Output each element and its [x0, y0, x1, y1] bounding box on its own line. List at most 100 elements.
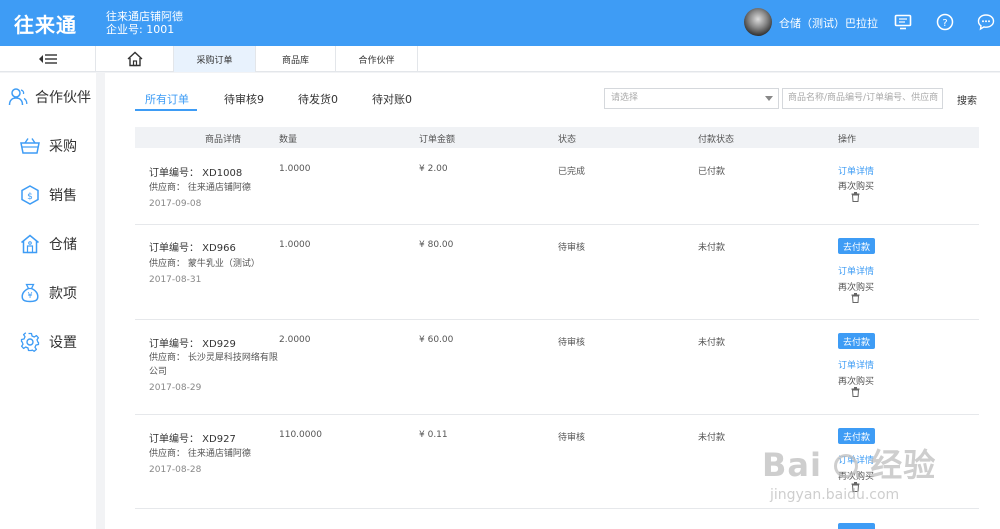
svg-text:$: $	[27, 192, 33, 202]
sidebar-item-label: 仓储	[49, 237, 77, 253]
column-header-amount: 订单金额	[419, 135, 456, 145]
sidebar-item-label: 合作伙伴	[35, 90, 91, 106]
watermark-brand: Bai	[762, 446, 822, 484]
payment-status: 未付款	[698, 433, 726, 443]
navigation-tab-bar: 采购订单 商品库 合作伙伴	[0, 46, 1000, 72]
username[interactable]: 仓储（测试）巴拉拉	[779, 15, 878, 31]
home-button[interactable]	[96, 46, 174, 72]
column-header-quantity: 数量	[279, 135, 298, 145]
filter-tab-pending-review[interactable]: 待审核9	[224, 91, 264, 107]
order-status: 待审核	[558, 433, 586, 443]
svg-text:?: ?	[942, 18, 947, 29]
order-status: 待审核	[558, 338, 586, 348]
supplier: 供应商： 蒙牛乳业（测试）	[149, 259, 260, 269]
table-row: 订单编号： XD966 供应商： 蒙牛乳业（测试） 2017-08-31 1.0…	[135, 225, 979, 320]
order-status: 待审核	[558, 243, 586, 253]
rebuy-button[interactable]: 再次购买	[838, 280, 874, 293]
money-bag-icon: ¥	[21, 283, 39, 303]
shop-name: 往来通店铺阿德	[106, 10, 183, 23]
order-detail-link[interactable]: 订单详情	[838, 264, 874, 277]
column-header-status: 状态	[558, 135, 577, 145]
chevron-down-icon	[765, 96, 773, 101]
sidebar-item-warehouse[interactable]: 仓储	[0, 231, 96, 257]
supplier: 供应商： 往来通店铺阿德	[149, 183, 251, 193]
pay-button[interactable]: 去付款	[838, 333, 875, 349]
column-header-actions: 操作	[838, 135, 857, 145]
sidebar-toggle-button[interactable]	[0, 46, 96, 72]
filter-tab-all-orders[interactable]: 所有订单	[145, 91, 189, 107]
supplier: 供应商： 长沙灵犀科技网络有限公司	[149, 353, 278, 377]
payment-status: 未付款	[698, 243, 726, 253]
search-button[interactable]: 搜索	[957, 92, 977, 107]
select-placeholder: 请选择	[611, 93, 639, 103]
quantity: 1.0000	[279, 164, 311, 174]
home-icon	[127, 51, 142, 67]
sidebar-item-payments[interactable]: ¥ 款项	[0, 280, 96, 306]
order-status: 已完成	[558, 167, 586, 177]
baidu-watermark: Bai 经验 jingyan.baidu.com	[762, 440, 992, 510]
avatar[interactable]	[744, 8, 772, 36]
shop-info: 往来通店铺阿德 企业号: 1001	[106, 10, 183, 36]
sidebar-item-partners[interactable]: 合作伙伴	[0, 84, 96, 110]
sales-icon: $	[21, 185, 39, 205]
order-number: 订单编号： XD1008	[149, 168, 243, 179]
svg-text:¥: ¥	[27, 291, 32, 300]
partner-icon	[8, 88, 28, 106]
column-header-product: 商品详情	[205, 135, 242, 145]
pay-button[interactable]: 去付款	[838, 238, 875, 254]
sidebar-item-purchase[interactable]: 采购	[0, 133, 96, 159]
table-header: 商品详情 数量 订单金额 状态 付款状态 操作	[135, 127, 979, 148]
filter-tab-pending-shipment[interactable]: 待发货0	[298, 91, 338, 107]
delete-icon[interactable]	[851, 192, 860, 205]
rebuy-button[interactable]: 再次购买	[838, 179, 874, 192]
order-date: 2017-08-28	[149, 465, 202, 475]
order-number: 订单编号： XD929	[149, 339, 236, 350]
order-number: 订单编号： XD966	[149, 243, 236, 254]
basket-icon	[20, 138, 40, 154]
tab-product-library[interactable]: 商品库	[256, 46, 336, 72]
sidebar-item-sales[interactable]: $ 销售	[0, 182, 96, 208]
table-row: 订单编号： XD929 供应商： 长沙灵犀科技网络有限公司 2017-08-29…	[135, 320, 979, 415]
filter-tab-pending-reconcile[interactable]: 待对账0	[372, 91, 412, 107]
watermark-url: jingyan.baidu.com	[770, 487, 900, 503]
order-amount: ¥ 60.00	[419, 335, 454, 345]
supplier: 供应商： 往来通店铺阿德	[149, 449, 251, 459]
tab-partners[interactable]: 合作伙伴	[336, 46, 418, 72]
watermark-logo: Bai 经验	[762, 440, 936, 486]
order-detail-link[interactable]: 订单详情	[838, 358, 874, 371]
sidebar-item-label: 款项	[49, 286, 77, 302]
help-icon[interactable]: ?	[935, 12, 955, 32]
quantity: 2.0000	[279, 335, 311, 345]
column-header-pay-status: 付款状态	[698, 135, 735, 145]
search-input[interactable]: 商品名称/商品编号/订单编号、供应商	[782, 88, 943, 109]
payment-status: 已付款	[698, 167, 726, 177]
status-select[interactable]: 请选择	[604, 88, 779, 109]
pay-button[interactable]	[838, 523, 875, 529]
delete-icon[interactable]	[851, 293, 860, 306]
rebuy-button[interactable]: 再次购买	[838, 374, 874, 387]
payment-status: 未付款	[698, 338, 726, 348]
order-number: 订单编号： XD927	[149, 434, 236, 445]
tab-purchase-orders[interactable]: 采购订单	[174, 46, 256, 72]
enterprise-number: 企业号: 1001	[106, 23, 175, 36]
table-row: 订单编号： XD1008 供应商： 往来通店铺阿德 2017-09-08 1.0…	[135, 149, 979, 225]
app-logo[interactable]: 往来通	[14, 9, 77, 38]
gear-icon	[20, 332, 40, 352]
order-detail-link[interactable]: 订单详情	[838, 164, 874, 177]
order-date: 2017-09-08	[149, 199, 202, 209]
watermark-brand-2: 经验	[870, 446, 937, 484]
monitor-icon[interactable]	[893, 12, 913, 32]
order-amount: ¥ 2.00	[419, 164, 448, 174]
order-amount: ¥ 0.11	[419, 430, 448, 440]
sidebar-item-label: 销售	[49, 188, 77, 204]
delete-icon[interactable]	[851, 387, 860, 400]
sidebar: 合作伙伴 采购 $ 销售 仓储 ¥ 款项 设置	[0, 73, 96, 529]
active-tab-indicator	[135, 109, 197, 111]
sidebar-item-settings[interactable]: 设置	[0, 329, 96, 355]
collapse-menu-icon	[38, 54, 57, 64]
order-amount: ¥ 80.00	[419, 240, 454, 250]
paw-icon	[834, 454, 859, 478]
top-header: 往来通 往来通店铺阿德 企业号: 1001 仓储（测试）巴拉拉 ?	[0, 0, 1000, 46]
chat-icon[interactable]	[976, 12, 996, 32]
quantity: 1.0000	[279, 240, 311, 250]
